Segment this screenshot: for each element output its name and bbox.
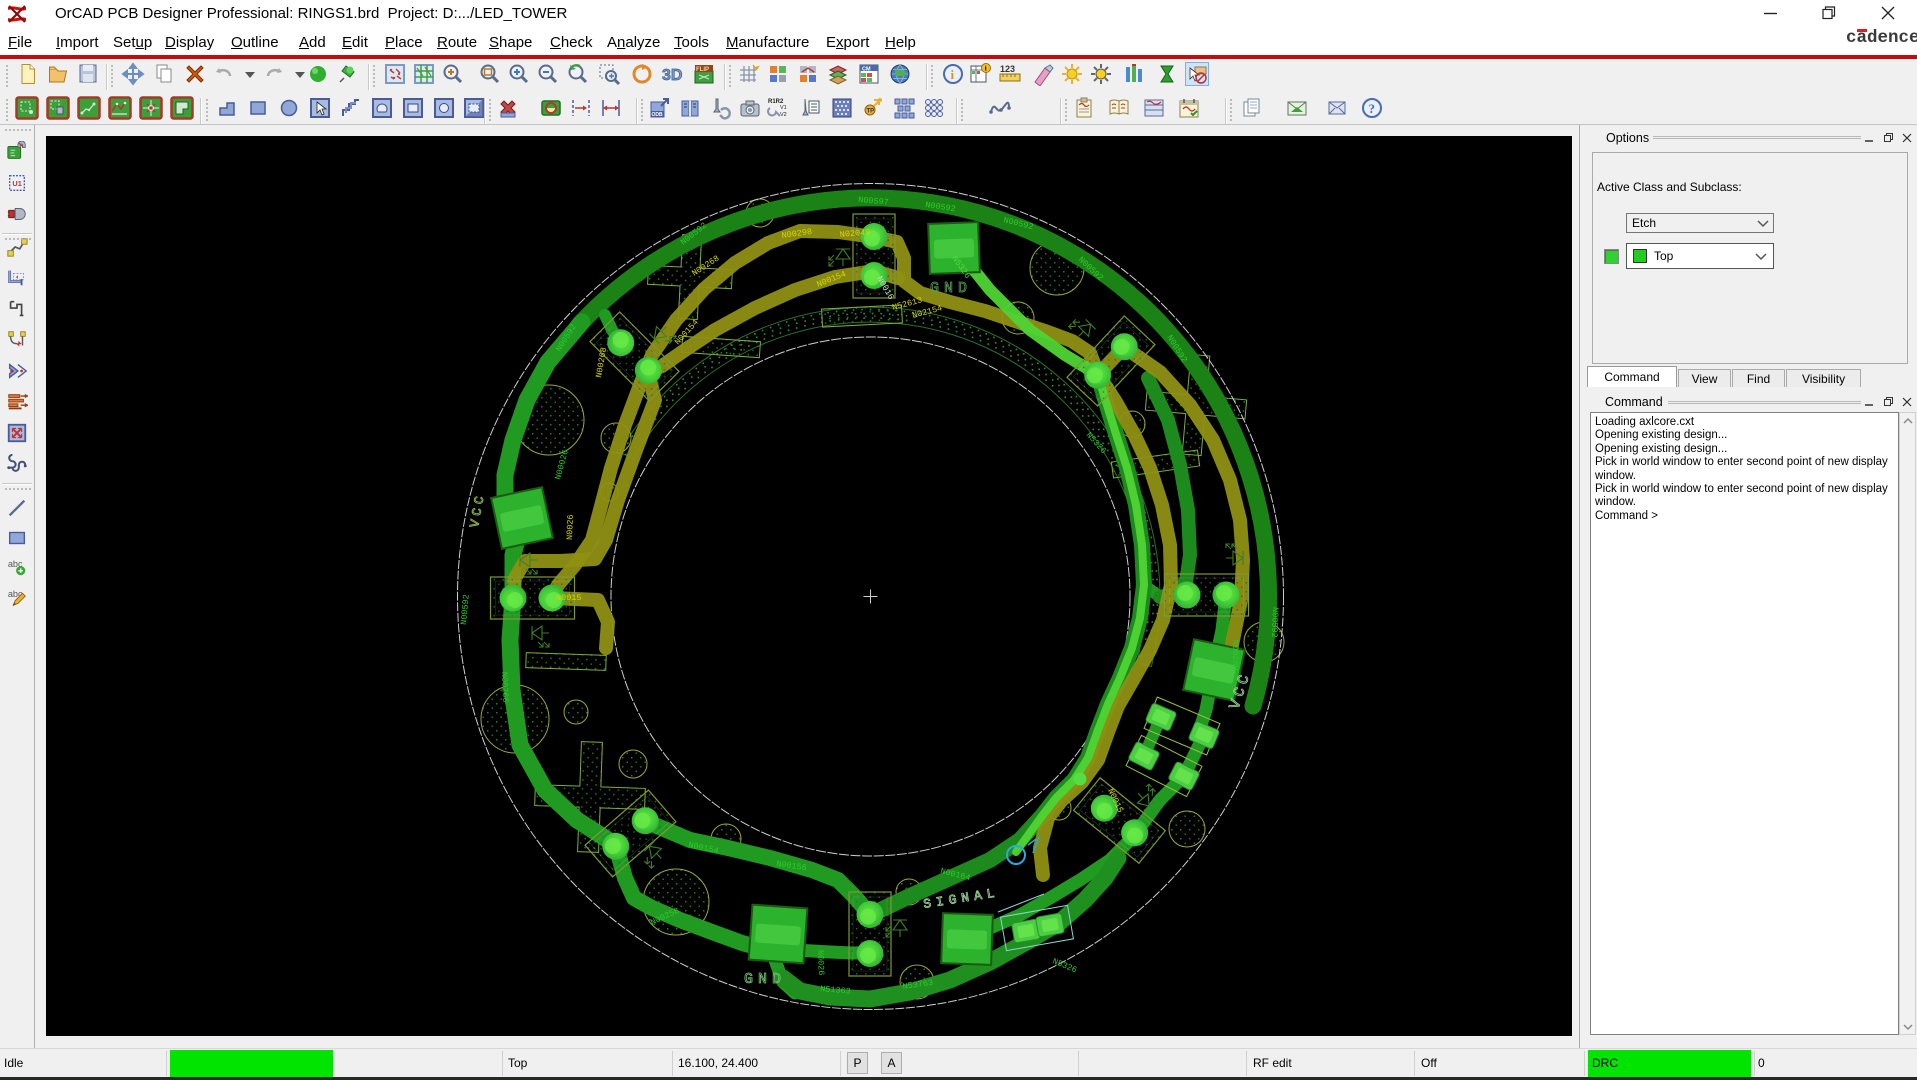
svg-text:CM: CM <box>862 67 871 73</box>
svg-text:N0026: N0026 <box>565 514 576 540</box>
svg-text:TP: TP <box>867 109 875 115</box>
svg-text:123: 123 <box>1000 64 1015 74</box>
svg-text:N0028H: N0028H <box>1230 640 1240 671</box>
svg-text:?: ? <box>1369 101 1376 116</box>
svg-text:FLIP: FLIP <box>696 67 709 73</box>
svg-text:N00592: N00592 <box>459 594 472 625</box>
svg-text:N00592: N00592 <box>1269 607 1280 638</box>
svg-text:GND: GND <box>744 971 786 988</box>
svg-text:VCC: VCC <box>467 491 488 528</box>
svg-text:i: i <box>985 65 987 73</box>
svg-text:N5326: N5326 <box>1051 957 1078 976</box>
svg-text:N00266: N00266 <box>499 672 510 703</box>
svg-text:N5326: N5326 <box>1084 430 1109 456</box>
svg-text:i: i <box>951 67 955 82</box>
svg-text:3D: 3D <box>662 67 682 84</box>
svg-text:ODB: ODB <box>652 112 664 118</box>
svg-text:N0026: N0026 <box>815 950 826 976</box>
svg-text:V2: V2 <box>780 112 787 118</box>
svg-text:N00268: N00268 <box>594 347 609 379</box>
svg-text:U1: U1 <box>12 179 21 188</box>
svg-text:GND: GND <box>930 280 972 297</box>
svg-text:V1: V1 <box>780 105 787 111</box>
svg-text:N0015: N0015 <box>556 593 582 603</box>
